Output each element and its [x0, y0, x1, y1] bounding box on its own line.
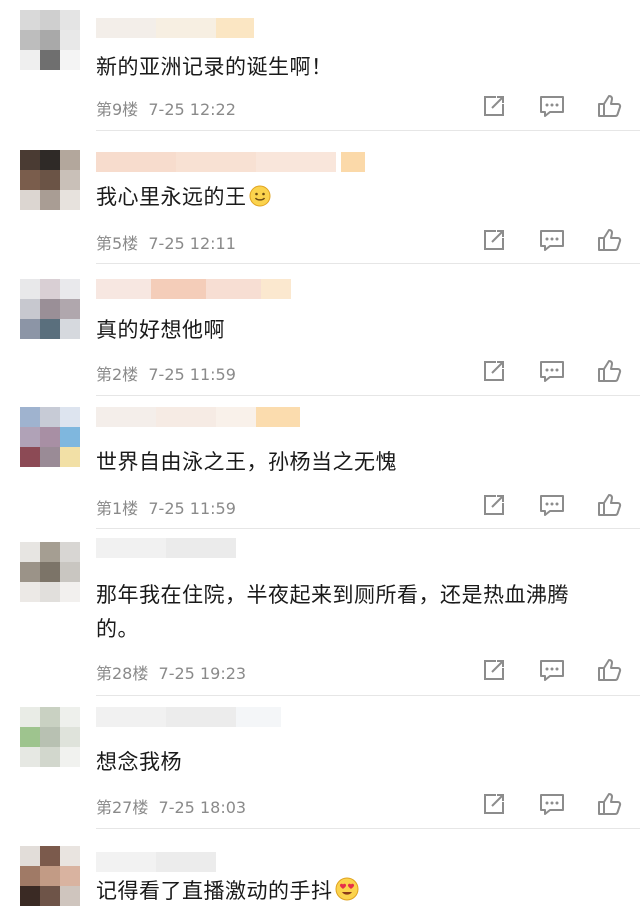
comment-item: 记得看了直播激动的手抖	[0, 830, 640, 915]
floor-number: 第27楼	[96, 798, 149, 817]
thumbs-up-icon[interactable]	[596, 358, 622, 384]
comment-text: 新的亚洲记录的诞生啊！	[96, 55, 333, 79]
username-blurred[interactable]	[96, 538, 236, 558]
comment-date: 7-25	[148, 234, 185, 253]
share-icon[interactable]	[482, 658, 508, 682]
comment-text: 想念我杨	[96, 750, 182, 774]
comment-meta: 第1楼 7-25 11:59	[96, 495, 236, 519]
comment-meta: 第2楼 7-25 11:59	[96, 361, 236, 385]
comment-actions	[482, 93, 622, 119]
comment-date: 7-25	[158, 798, 195, 817]
divider	[96, 263, 640, 264]
avatar[interactable]	[20, 10, 80, 70]
comment-icon[interactable]	[538, 228, 566, 252]
comment-actions	[482, 358, 622, 384]
share-icon[interactable]	[482, 792, 508, 816]
comment-time: 11:59	[189, 365, 236, 384]
floor-number: 第5楼	[96, 234, 139, 253]
comment-meta: 第27楼 7-25 18:03	[96, 794, 246, 818]
username-blurred[interactable]	[96, 18, 254, 38]
floor-number: 第1楼	[96, 499, 139, 518]
comment-item: 我心里永远的王 第5楼 7-25 12:11	[0, 132, 640, 264]
share-icon[interactable]	[482, 94, 508, 118]
username-blurred[interactable]	[96, 707, 281, 727]
share-icon[interactable]	[482, 359, 508, 383]
avatar[interactable]	[20, 707, 80, 767]
comment-text-body: 我心里永远的王	[96, 185, 247, 209]
comment-time: 12:22	[189, 100, 236, 119]
avatar[interactable]	[20, 542, 80, 602]
comment-actions	[482, 657, 622, 683]
comment-actions	[482, 791, 622, 817]
comment-item: 真的好想他啊 第2楼 7-25 11:59	[0, 265, 640, 396]
comment-time: 12:11	[189, 234, 236, 253]
comment-meta: 第5楼 7-25 12:11	[96, 230, 236, 254]
comment-item: 新的亚洲记录的诞生啊！ 第9楼 7-25 12:22	[0, 0, 640, 131]
username-blurred[interactable]	[96, 852, 216, 872]
divider	[96, 695, 640, 696]
comment-time: 18:03	[199, 798, 247, 817]
comment-date: 7-25	[148, 100, 185, 119]
comment-icon[interactable]	[538, 792, 566, 816]
thumbs-up-icon[interactable]	[596, 657, 622, 683]
comment-icon[interactable]	[538, 94, 566, 118]
floor-number: 第9楼	[96, 100, 139, 119]
comment-text-body: 记得看了直播激动的手抖	[96, 879, 333, 903]
comment-date: 7-25	[158, 664, 195, 683]
comment-actions	[482, 227, 622, 253]
comment-date: 7-25	[148, 365, 185, 384]
comment-text: 记得看了直播激动的手抖	[96, 874, 610, 908]
comment-time: 19:23	[199, 664, 247, 683]
share-icon[interactable]	[482, 493, 508, 517]
thumbs-up-icon[interactable]	[596, 492, 622, 518]
comment-actions	[482, 492, 622, 518]
comment-icon[interactable]	[538, 658, 566, 682]
divider	[96, 528, 640, 529]
username-blurred[interactable]	[96, 279, 291, 299]
thumbs-up-icon[interactable]	[596, 93, 622, 119]
username-blurred[interactable]	[96, 407, 300, 427]
comment-item: 想念我杨 第27楼 7-25 18:03	[0, 697, 640, 829]
divider	[96, 395, 640, 396]
heart-eyes-emoji	[335, 877, 358, 901]
comment-text: 真的好想他啊	[96, 318, 225, 342]
avatar[interactable]	[20, 279, 80, 339]
smile-emoji	[249, 185, 270, 207]
thumbs-up-icon[interactable]	[596, 791, 622, 817]
divider	[96, 828, 640, 829]
divider	[96, 130, 640, 131]
comment-icon[interactable]	[538, 359, 566, 383]
comment-item: 那年我在住院，半夜起来到厕所看，还是热血沸腾的。 第28楼 7-25 19:23	[0, 530, 640, 696]
avatar[interactable]	[20, 846, 80, 906]
share-icon[interactable]	[482, 228, 508, 252]
username-blurred[interactable]	[96, 152, 365, 172]
avatar[interactable]	[20, 407, 80, 467]
comment-item: 世界自由泳之王，孙杨当之无愧 第1楼 7-25 11:59	[0, 397, 640, 529]
avatar[interactable]	[20, 150, 80, 210]
floor-number: 第28楼	[96, 664, 149, 683]
comment-meta: 第28楼 7-25 19:23	[96, 660, 246, 684]
comment-text: 世界自由泳之王，孙杨当之无愧	[96, 450, 397, 474]
comment-text: 我心里永远的王	[96, 180, 610, 214]
comment-meta: 第9楼 7-25 12:22	[96, 96, 236, 120]
comment-text: 那年我在住院，半夜起来到厕所看，还是热血沸腾的。	[96, 583, 569, 641]
floor-number: 第2楼	[96, 365, 139, 384]
comment-date: 7-25	[148, 499, 185, 518]
comment-time: 11:59	[189, 499, 236, 518]
comment-icon[interactable]	[538, 493, 566, 517]
thumbs-up-icon[interactable]	[596, 227, 622, 253]
